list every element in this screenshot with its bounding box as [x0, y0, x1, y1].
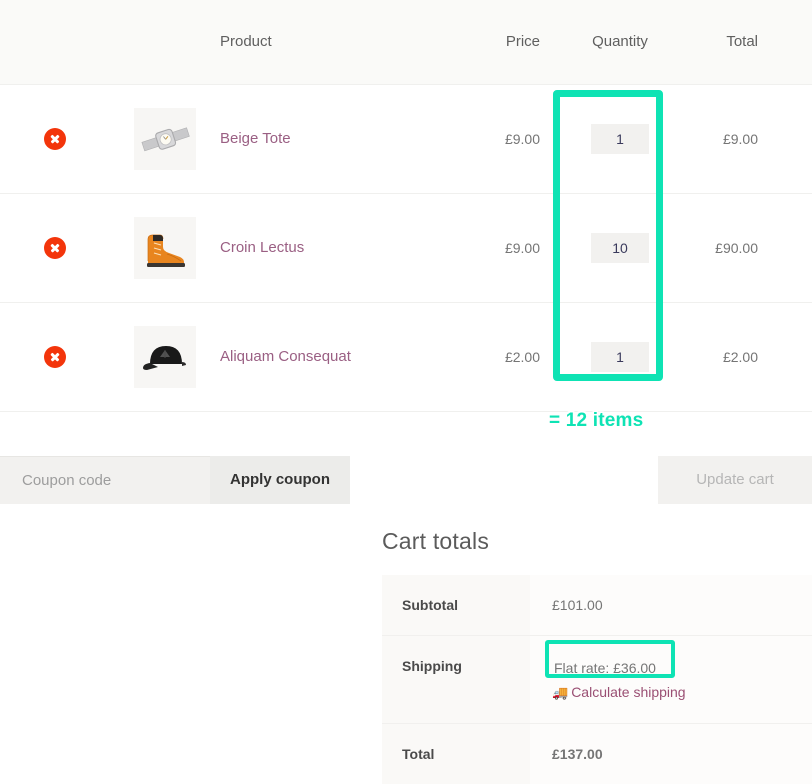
cell-thumbnail	[110, 84, 220, 193]
update-cart-button[interactable]: Update cart	[658, 456, 812, 504]
cell-line-total: £9.00	[680, 84, 812, 193]
cell-thumbnail	[110, 193, 220, 302]
shipping-value-cell: Flat rate: £36.00 🚚Calculate shipping	[530, 636, 812, 724]
cap-image[interactable]	[134, 326, 196, 388]
cell-thumbnail	[110, 302, 220, 411]
shipping-rate-wrap: Flat rate: £36.00	[552, 658, 812, 678]
subtotal-label: Subtotal	[382, 575, 530, 636]
cell-remove	[0, 302, 110, 411]
calculate-shipping-label: Calculate shipping	[571, 684, 685, 700]
remove-item-icon[interactable]	[44, 128, 66, 150]
cart-totals-section: Cart totals Subtotal £101.00 Shipping Fl…	[382, 528, 812, 784]
column-header-total: Total	[680, 0, 812, 84]
product-name-link[interactable]: Aliquam Consequat	[220, 348, 351, 365]
totals-row-total: Total £137.00	[382, 724, 812, 784]
remove-item-icon[interactable]	[44, 346, 66, 368]
shipping-label: Shipping	[382, 636, 530, 724]
column-header-price: Price	[450, 0, 560, 84]
calculate-shipping-link[interactable]: 🚚Calculate shipping	[552, 684, 812, 701]
cell-quantity	[560, 193, 680, 302]
column-header-thumbnail	[110, 0, 220, 84]
product-name-link[interactable]: Beige Tote	[220, 130, 291, 147]
cell-quantity	[560, 84, 680, 193]
totals-row-shipping: Shipping Flat rate: £36.00 🚚Calculate sh…	[382, 636, 812, 724]
quantity-input[interactable]	[591, 124, 649, 154]
coupon-code-input[interactable]	[0, 456, 210, 504]
cell-remove	[0, 84, 110, 193]
table-row: Croin Lectus £9.00 £90.00	[0, 193, 812, 302]
totals-row-subtotal: Subtotal £101.00	[382, 575, 812, 636]
wristwatch-image[interactable]	[134, 108, 196, 170]
column-header-quantity: Quantity	[560, 0, 680, 84]
cell-line-total: £2.00	[680, 302, 812, 411]
cell-price: £9.00	[450, 193, 560, 302]
subtotal-value: £101.00	[530, 575, 812, 636]
cart-actions-row: Apply coupon Update cart	[0, 456, 812, 504]
total-value: £137.00	[530, 724, 812, 784]
truck-icon: 🚚	[552, 685, 568, 700]
cell-product: Aliquam Consequat	[220, 302, 450, 411]
cart-header-row: Product Price Quantity Total	[0, 0, 812, 84]
apply-coupon-button[interactable]: Apply coupon	[210, 456, 350, 504]
table-row: Aliquam Consequat £2.00 £2.00	[0, 302, 812, 411]
cell-line-total: £90.00	[680, 193, 812, 302]
product-name-link[interactable]: Croin Lectus	[220, 239, 304, 256]
cell-price: £9.00	[450, 84, 560, 193]
cell-product: Croin Lectus	[220, 193, 450, 302]
actions-spacer	[350, 456, 658, 504]
cart-table-body: Beige Tote £9.00 £9.00	[0, 84, 812, 411]
cart-items-table: Product Price Quantity Total	[0, 0, 812, 412]
total-label: Total	[382, 724, 530, 784]
column-header-remove	[0, 0, 110, 84]
table-row: Beige Tote £9.00 £9.00	[0, 84, 812, 193]
cell-price: £2.00	[450, 302, 560, 411]
remove-item-icon[interactable]	[44, 237, 66, 259]
quantity-input[interactable]	[591, 233, 649, 263]
cart-totals-table: Subtotal £101.00 Shipping Flat rate: £36…	[382, 575, 812, 784]
boot-image[interactable]	[134, 217, 196, 279]
cart-table-header: Product Price Quantity Total	[0, 0, 812, 84]
column-header-product: Product	[220, 0, 450, 84]
cell-remove	[0, 193, 110, 302]
cell-product: Beige Tote	[220, 84, 450, 193]
items-count-annotation: = 12 items	[549, 410, 643, 432]
cart-totals-title: Cart totals	[382, 528, 812, 555]
quantity-input[interactable]	[591, 342, 649, 372]
shipping-flat-rate: Flat rate: £36.00	[552, 658, 658, 678]
cell-quantity	[560, 302, 680, 411]
